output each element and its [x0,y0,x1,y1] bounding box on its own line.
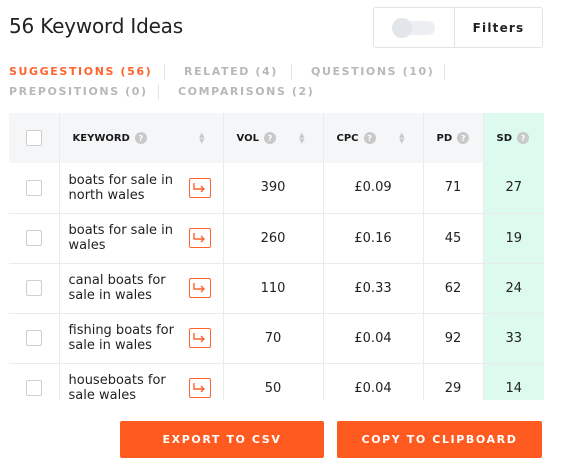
copy-clipboard-button[interactable]: COPY TO CLIPBOARD [337,421,542,458]
help-icon[interactable]: ? [363,132,376,144]
open-keyword-icon[interactable] [188,328,211,348]
toggle-container [374,8,455,47]
pd-cell: 92 [423,313,484,364]
sd-cell: 27 [483,163,544,214]
keyword-cell: canal boats for sale in wales [59,263,224,314]
column-header-vol[interactable]: VOL ? ▲ ▼ [223,113,324,163]
help-icon[interactable]: ? [517,132,530,144]
vol-cell: 260 [223,213,324,264]
filters-button[interactable]: Filters [455,8,542,47]
sd-cell: 19 [483,213,544,264]
tab-divider [164,64,165,80]
keyword-cell: houseboats for sale wales [59,363,224,400]
column-label-cpc: CPC [336,132,359,144]
open-keyword-icon[interactable] [188,228,211,248]
cpc-cell: £0.04 [323,313,424,364]
toggle-knob [392,17,412,38]
page-title: 56 Keyword Ideas [9,14,183,38]
column-header-sd[interactable]: SD ? [483,113,544,163]
row-select-cell [9,263,60,314]
row-checkbox[interactable] [25,330,42,346]
table-row: boats for sale in wales 260 £0.16 45 19 [9,213,544,264]
table-row: canal boats for sale in wales 110 £0.33 … [9,263,544,314]
table-header-row: KEYWORD ? ▲ ▼ VOL ? ▲ ▼ CPC ? ▲ ▼ PD ? S… [9,113,544,163]
help-icon[interactable]: ? [263,132,276,144]
keyword-table: KEYWORD ? ▲ ▼ VOL ? ▲ ▼ CPC ? ▲ ▼ PD ? S… [9,113,544,400]
filter-bar: Filters [373,7,543,48]
export-csv-button[interactable]: EXPORT TO CSV [120,421,324,458]
row-select-cell [9,313,60,364]
row-checkbox[interactable] [25,380,42,396]
keyword-text[interactable]: canal boats for sale in wales [69,273,177,303]
vol-cell: 390 [223,163,324,214]
column-header-keyword[interactable]: KEYWORD ? ▲ ▼ [59,113,224,163]
sort-icon[interactable]: ▲ ▼ [399,132,404,145]
tab-divider [158,84,159,100]
row-checkbox[interactable] [25,230,42,246]
row-checkbox[interactable] [25,280,42,296]
row-select-cell [9,363,60,400]
row-checkbox[interactable] [25,179,42,196]
keyword-cell: fishing boats for sale in wales [59,313,224,364]
keyword-text[interactable]: fishing boats for sale in wales [69,323,177,353]
tab-prepositions[interactable]: PREPOSITIONS (0) [9,85,148,98]
keyword-text[interactable]: boats for sale in north wales [69,173,177,203]
column-header-pd[interactable]: PD ? [423,113,484,163]
keyword-text[interactable]: boats for sale in wales [69,223,177,253]
vol-cell: 50 [223,363,324,400]
keyword-cell: boats for sale in wales [59,213,224,264]
column-label-sd: SD [496,132,513,144]
column-label-keyword: KEYWORD [72,132,130,144]
sd-cell: 24 [483,263,544,314]
keyword-table-container[interactable]: KEYWORD ? ▲ ▼ VOL ? ▲ ▼ CPC ? ▲ ▼ PD ? S… [9,113,544,400]
column-label-pd: PD [436,132,453,144]
tab-divider [291,64,292,80]
vol-cell: 110 [223,263,324,314]
sort-icon[interactable]: ▲ ▼ [299,132,304,145]
open-keyword-icon[interactable] [188,278,211,298]
select-all-cell [9,113,60,163]
tab-related[interactable]: RELATED (4) [184,65,278,78]
row-select-cell [9,163,60,214]
tab-questions[interactable]: QUESTIONS (10) [311,65,434,78]
table-row: fishing boats for sale in wales 70 £0.04… [9,313,544,364]
tab-divider [444,64,445,80]
sort-icon[interactable]: ▲ ▼ [199,132,204,145]
open-keyword-icon[interactable] [188,177,211,198]
sd-cell: 14 [483,363,544,400]
vol-cell: 70 [223,313,324,364]
cpc-cell: £0.33 [323,263,424,314]
help-icon[interactable]: ? [457,132,470,144]
tab-suggestions[interactable]: SUGGESTIONS (56) [9,65,152,78]
keyword-cell: boats for sale in north wales [59,163,224,214]
row-select-cell [9,213,60,264]
help-icon[interactable]: ? [134,132,147,144]
table-row: boats for sale in north wales 390 £0.09 … [9,163,544,214]
column-header-cpc[interactable]: CPC ? ▲ ▼ [323,113,424,163]
pd-cell: 62 [423,263,484,314]
column-label-vol: VOL [236,132,259,144]
pd-cell: 29 [423,363,484,400]
tab-comparisons[interactable]: COMPARISONS (2) [178,85,314,98]
pd-cell: 71 [423,163,484,214]
cpc-cell: £0.16 [323,213,424,264]
cpc-cell: £0.04 [323,363,424,400]
keyword-text[interactable]: houseboats for sale wales [69,373,177,400]
cpc-cell: £0.09 [323,163,424,214]
sd-cell: 33 [483,313,544,364]
table-row: houseboats for sale wales 50 £0.04 29 14 [9,363,544,400]
select-all-checkbox[interactable] [25,130,42,146]
pd-cell: 45 [423,213,484,264]
open-keyword-icon[interactable] [188,378,211,398]
view-toggle[interactable] [392,17,435,38]
